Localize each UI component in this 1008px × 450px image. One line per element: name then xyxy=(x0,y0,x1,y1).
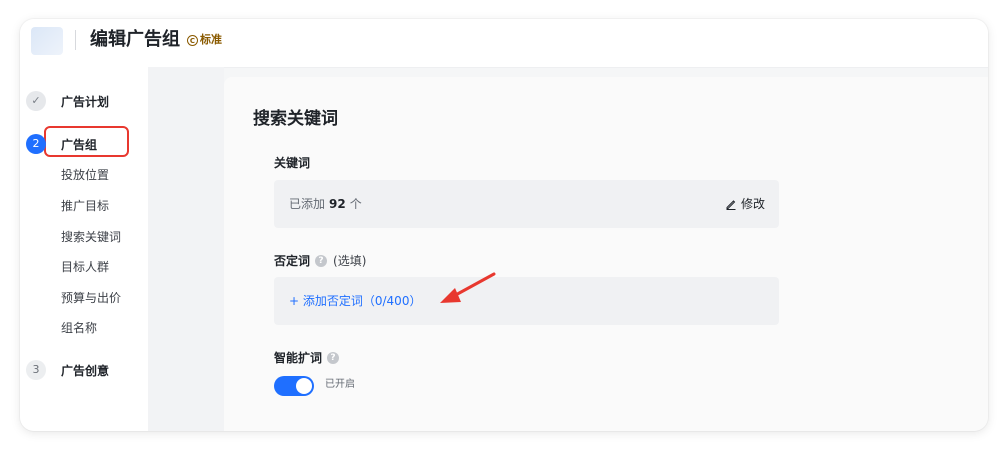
step-sidebar: ✓ 广告计划 2 广告组 投放位置 推广目标 搜索关键词 目标人群 预算与出价 … xyxy=(20,67,148,431)
optional-label: (选填) xyxy=(333,254,367,268)
sidebar-item-search-keywords[interactable]: 搜索关键词 xyxy=(61,229,121,245)
help-icon[interactable]: ? xyxy=(315,255,328,267)
step-ad-group[interactable]: 2 广告组 xyxy=(26,134,97,154)
edit-keywords-button[interactable]: 修改 xyxy=(725,196,765,212)
step-ad-creative[interactable]: 3 广告创意 xyxy=(26,360,109,380)
sidebar-item-budget-bid[interactable]: 预算与出价 xyxy=(61,290,121,306)
smart-label-text: 智能扩词 xyxy=(274,351,323,365)
standard-badge: C 标准 xyxy=(187,32,222,48)
smart-expand-label: 智能扩词 ? xyxy=(274,350,340,366)
negative-keywords-box: + 添加否定词（0/400） xyxy=(274,277,779,325)
top-header: 编辑广告组 C 标准 xyxy=(20,19,988,68)
header-divider xyxy=(75,30,76,50)
edit-label: 修改 xyxy=(740,197,765,211)
sidebar-item-placement[interactable]: 投放位置 xyxy=(61,167,109,183)
step-label: 广告创意 xyxy=(61,363,110,378)
badge-label: 标准 xyxy=(200,33,222,46)
badge-c-icon: C xyxy=(187,34,198,46)
content-gutter xyxy=(148,67,224,431)
sidebar-item-promotion-goal[interactable]: 推广目标 xyxy=(61,198,109,214)
section-title: 搜索关键词 xyxy=(253,109,338,129)
negative-label-text: 否定词 xyxy=(274,254,311,268)
check-icon: ✓ xyxy=(26,91,46,111)
keyword-card: 搜索关键词 关键词 已添加 92 个 修改 否定词 ? (选填) + 添加否定词（0… xyxy=(224,77,988,431)
keyword-count: 92 xyxy=(329,197,346,211)
help-icon[interactable]: ? xyxy=(327,352,340,364)
step-label: 广告计划 xyxy=(61,94,110,109)
avatar xyxy=(31,27,63,55)
keywords-box: 已添加 92 个 修改 xyxy=(274,180,779,228)
keywords-added-text: 已添加 92 个 xyxy=(289,196,362,212)
toggle-status: 已开启 xyxy=(325,379,355,390)
step-label: 广告组 xyxy=(61,137,98,152)
pencil-icon xyxy=(726,200,736,210)
step-number: 3 xyxy=(26,360,46,380)
keywords-label: 关键词 xyxy=(274,155,310,171)
keywords-label-text: 关键词 xyxy=(274,156,311,170)
editor-window: 编辑广告组 C 标准 ✓ 广告计划 2 广告组 投放位置 推广目标 搜索关键词 … xyxy=(20,19,988,431)
page-title: 编辑广告组 xyxy=(90,29,180,50)
negative-keywords-label: 否定词 ? (选填) xyxy=(274,253,366,269)
added-suffix: 个 xyxy=(349,197,362,211)
step-number: 2 xyxy=(26,134,46,154)
sidebar-item-group-name[interactable]: 组名称 xyxy=(61,320,97,336)
sidebar-item-target-audience[interactable]: 目标人群 xyxy=(61,259,109,275)
added-prefix: 已添加 xyxy=(289,197,326,211)
add-negative-keyword-button[interactable]: + 添加否定词（0/400） xyxy=(289,293,421,309)
toggle-knob xyxy=(296,378,312,394)
smart-expand-toggle[interactable] xyxy=(274,376,314,396)
step-ad-plan[interactable]: ✓ 广告计划 xyxy=(26,91,109,111)
